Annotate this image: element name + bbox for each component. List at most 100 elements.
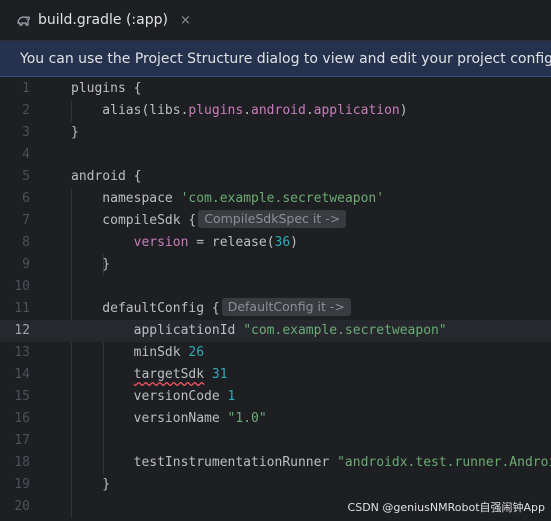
code-token: android (251, 103, 306, 118)
code-token: } (71, 477, 111, 492)
code-token: compileSdk { (71, 213, 197, 228)
code-token: application (313, 103, 400, 118)
code-editor[interactable]: 1 plugins {2 alias(libs.plugins.android.a… (0, 78, 551, 521)
code-token: 1 (227, 389, 236, 404)
code-token: "1.0" (227, 411, 267, 426)
code-line[interactable]: 14 targetSdk 31 (0, 364, 551, 386)
code-token: 'com.example.secretweapon' (180, 191, 385, 206)
code-line[interactable]: 10 (0, 276, 551, 298)
code-token: version (133, 235, 189, 250)
code-token: . (243, 103, 252, 118)
close-icon[interactable]: × (180, 13, 191, 28)
code-line[interactable]: 7 compileSdk {CompileSdkSpec it -> (0, 210, 551, 232)
line-number[interactable]: 10 (0, 276, 30, 298)
code-line[interactable]: 8 version = release(36) (0, 232, 551, 254)
line-number[interactable]: 12 (0, 320, 30, 342)
code-line[interactable]: 2 alias(libs.plugins.android.application… (0, 100, 551, 122)
code-line[interactable]: 3} (0, 122, 551, 144)
code-token: targetSdk (133, 367, 205, 382)
code-token: "androidx.test.runner.AndroidJUnitRunner… (337, 455, 551, 470)
code-line[interactable]: 5 android { (0, 166, 551, 188)
code-line[interactable]: 13 minSdk 26 (0, 342, 551, 364)
line-number[interactable]: 14 (0, 364, 30, 386)
code-token: namespace (71, 191, 181, 206)
code-text[interactable]: testInstrumentationRunner "androidx.test… (71, 452, 551, 474)
line-number[interactable]: 20 (0, 496, 30, 518)
code-text[interactable]: defaultConfig {DefaultConfig it -> (71, 298, 351, 320)
line-number[interactable]: 6 (0, 188, 30, 210)
line-number[interactable]: 17 (0, 430, 30, 452)
gradle-elephant-icon (16, 12, 32, 28)
code-token: 31 (211, 367, 228, 382)
code-token: "com.example.secretweapon" (243, 323, 447, 338)
line-number[interactable]: 2 (0, 100, 30, 122)
inlay-hint: CompileSdkSpec it -> (198, 210, 347, 228)
code-text[interactable]: version = release(36) (71, 232, 298, 254)
code-text[interactable]: } (71, 122, 79, 144)
code-token: minSdk (71, 345, 189, 360)
code-text[interactable]: namespace 'com.example.secretweapon' (71, 188, 384, 210)
code-line[interactable]: 19 } (0, 474, 551, 496)
code-token: 26 (188, 345, 205, 360)
code-token: android { (71, 169, 142, 184)
code-text[interactable]: applicationId "com.example.secretweapon" (71, 320, 447, 342)
line-number[interactable]: 18 (0, 452, 30, 474)
line-number[interactable]: 8 (0, 232, 30, 254)
code-token: 36 (274, 235, 291, 250)
code-line[interactable]: 6 namespace 'com.example.secretweapon' (0, 188, 551, 210)
inlay-hint: DefaultConfig it -> (221, 298, 351, 316)
code-token: versionName (71, 411, 228, 426)
code-line[interactable]: 4 (0, 144, 551, 166)
line-number[interactable]: 5 (0, 166, 30, 188)
code-token: versionCode (71, 389, 228, 404)
code-text[interactable]: versionName "1.0" (71, 408, 267, 430)
code-text[interactable]: android { (71, 166, 141, 188)
code-token: testInstrumentationRunner (71, 455, 338, 470)
line-number[interactable]: 4 (0, 144, 30, 166)
line-number[interactable]: 19 (0, 474, 30, 496)
code-line[interactable]: 17 (0, 430, 551, 452)
code-text[interactable]: versionCode 1 (71, 386, 236, 408)
line-number[interactable]: 1 (0, 78, 30, 100)
code-token: ) (399, 103, 408, 118)
code-token: . (305, 103, 314, 118)
code-line[interactable]: 18 testInstrumentationRunner "androidx.t… (0, 452, 551, 474)
line-number[interactable]: 7 (0, 210, 30, 232)
code-token: } (71, 125, 79, 140)
code-text[interactable]: plugins { (71, 78, 141, 100)
line-number[interactable]: 3 (0, 122, 30, 144)
tab-title: build.gradle (:app) (38, 12, 168, 28)
code-token: } (71, 257, 111, 272)
line-number[interactable]: 15 (0, 386, 30, 408)
code-text[interactable]: } (71, 474, 110, 496)
code-token: plugins (188, 103, 244, 118)
code-text[interactable]: targetSdk 31 (71, 364, 228, 386)
code-text[interactable]: } (71, 254, 110, 276)
line-number[interactable]: 16 (0, 408, 30, 430)
code-token: alias(libs. (71, 103, 189, 118)
code-line[interactable]: 11 defaultConfig {DefaultConfig it -> (0, 298, 551, 320)
project-structure-banner[interactable]: You can use the Project Structure dialog… (0, 41, 551, 77)
code-text[interactable]: alias(libs.plugins.android.application) (71, 100, 408, 122)
code-line[interactable]: 1 plugins { (0, 78, 551, 100)
tab-build-gradle-app[interactable]: build.gradle (:app) × (6, 0, 201, 40)
code-token: defaultConfig { (71, 301, 220, 316)
code-text[interactable]: minSdk 26 (71, 342, 204, 364)
code-line[interactable]: 12 applicationId "com.example.secretweap… (0, 320, 551, 342)
code-line[interactable]: 9 } (0, 254, 551, 276)
editor-tab-bar: build.gradle (:app) × (0, 0, 551, 41)
line-number[interactable]: 13 (0, 342, 30, 364)
line-number[interactable]: 9 (0, 254, 30, 276)
line-number[interactable]: 11 (0, 298, 30, 320)
code-text[interactable]: compileSdk {CompileSdkSpec it -> (71, 210, 347, 232)
code-line[interactable]: 16 versionName "1.0" (0, 408, 551, 430)
code-line[interactable]: 15 versionCode 1 (0, 386, 551, 408)
csdn-watermark: CSDN @geniusNMRobot自强闹钟App (347, 499, 545, 515)
banner-text: You can use the Project Structure dialog… (20, 50, 551, 67)
code-token: = release( (188, 235, 275, 250)
code-token: plugins { (71, 81, 142, 96)
code-token: ) (290, 235, 298, 250)
